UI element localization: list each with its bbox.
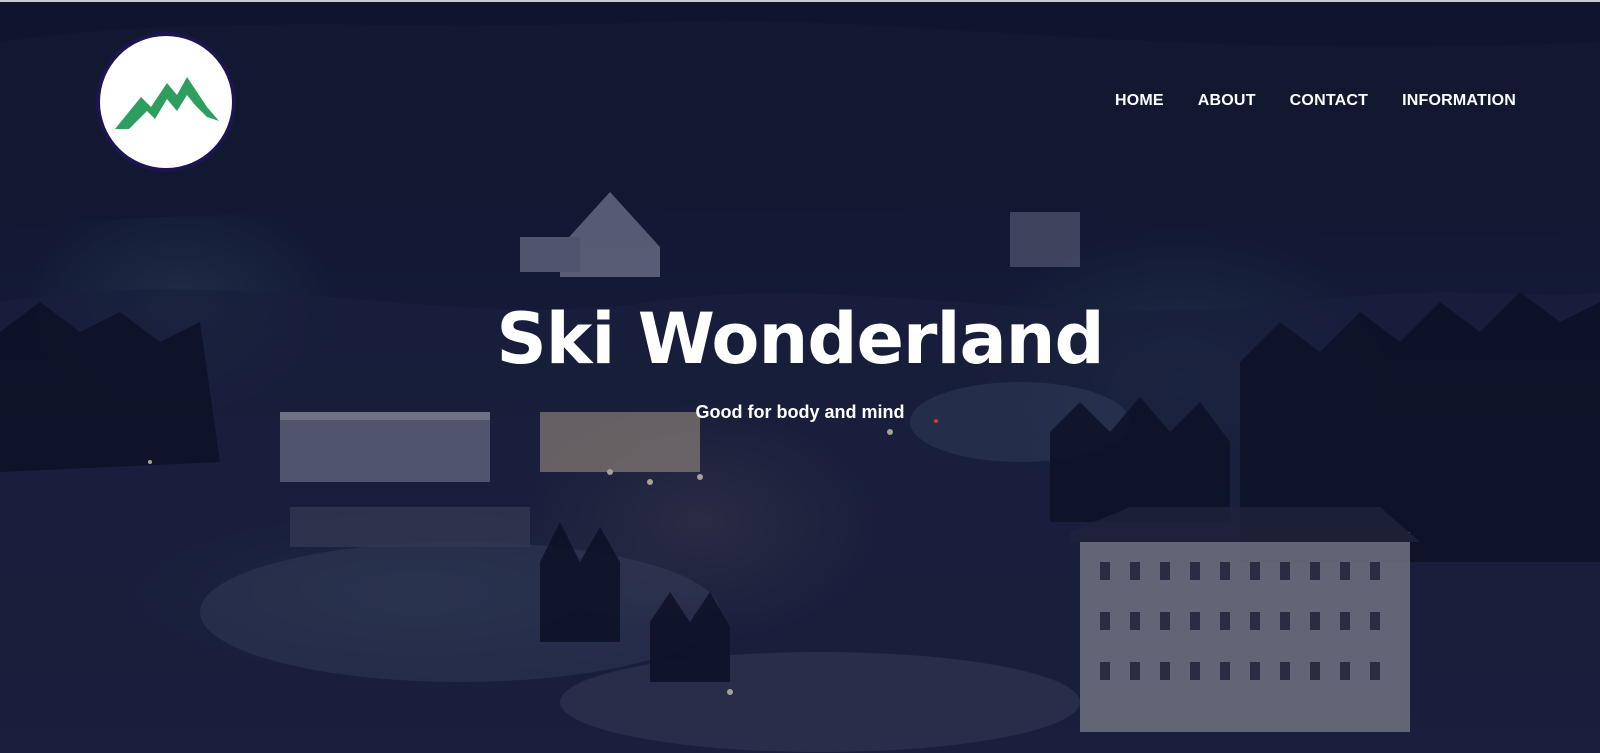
nav-information[interactable]: INFORMATION	[1402, 92, 1516, 110]
mountain-icon	[115, 77, 219, 129]
accent-dot	[934, 419, 938, 423]
hero-subtitle: Good for body and mind	[695, 402, 905, 422]
logo[interactable]	[100, 36, 232, 168]
nav-contact[interactable]: CONTACT	[1290, 92, 1368, 110]
hero-title: Ski Wonderland	[496, 298, 1104, 380]
nav-home[interactable]: HOME	[1115, 92, 1164, 110]
main-nav: HOME ABOUT CONTACT INFORMATION	[1115, 92, 1516, 110]
nav-about[interactable]: ABOUT	[1198, 92, 1256, 110]
